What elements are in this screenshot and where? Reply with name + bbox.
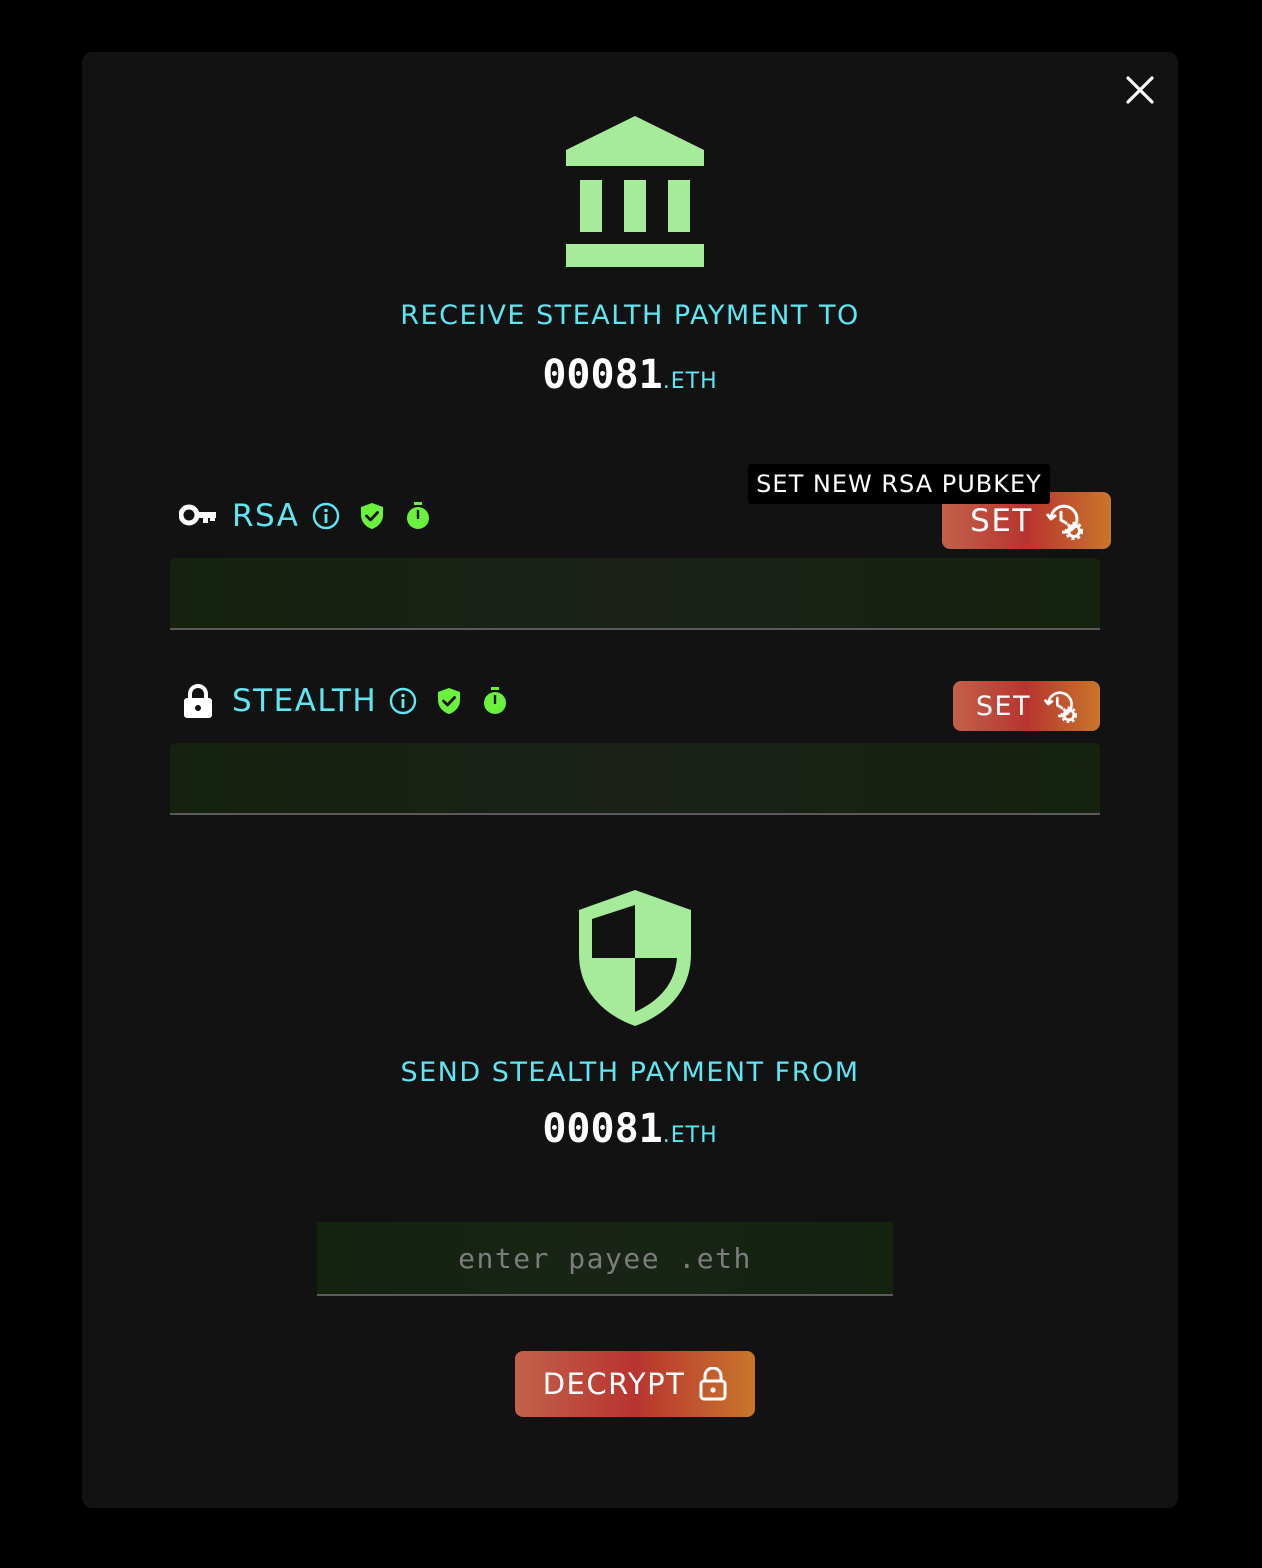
send-ens-name: 00081.ETH [82,1106,1178,1152]
stealth-key-field[interactable] [170,743,1100,815]
key-icon [178,498,218,534]
unlock-icon [699,1367,727,1401]
send-heading: SEND STEALTH PAYMENT FROM [400,1057,860,1088]
rsa-label: RSA [232,498,300,534]
lock-icon [178,683,218,719]
close-icon [1126,76,1154,104]
send-name: 00081 [542,1106,663,1152]
decrypt-label: DECRYPT [542,1367,686,1401]
rsa-row: RSA [178,494,450,538]
receive-heading: RECEIVE STEALTH PAYMENT TO [400,300,860,331]
history-settings-icon [1043,691,1078,723]
send-tld: .ETH [662,1123,718,1148]
stealth-set-label: SET [975,690,1032,722]
receive-tld: .ETH [662,369,718,394]
receive-name: 00081 [542,352,663,398]
bank-icon [566,116,704,267]
stealth-row: STEALTH [178,679,527,723]
security-shield-icon [579,890,691,1026]
close-button[interactable] [1122,72,1158,108]
stealth-info-icon[interactable] [389,687,417,715]
rsa-key-field[interactable] [170,558,1100,630]
rsa-tooltip: SET NEW RSA PUBKEY [748,464,1050,504]
rsa-info-icon[interactable] [312,502,340,530]
stealth-label: STEALTH [232,683,378,719]
stealth-payment-modal: RECEIVE STEALTH PAYMENT TO 00081.ETH RSA [82,52,1178,1508]
rsa-timer-icon [404,502,432,530]
decrypt-button[interactable]: DECRYPT [515,1351,755,1417]
stealth-verified-shield-icon [435,687,463,715]
stealth-timer-icon [481,687,509,715]
receive-ens-name: 00081.ETH [82,352,1178,398]
rsa-set-label: SET [970,502,1033,539]
payee-input[interactable] [317,1222,893,1296]
history-settings-icon [1045,504,1083,540]
stealth-set-button[interactable]: SET [953,681,1100,731]
rsa-verified-shield-icon [358,502,386,530]
